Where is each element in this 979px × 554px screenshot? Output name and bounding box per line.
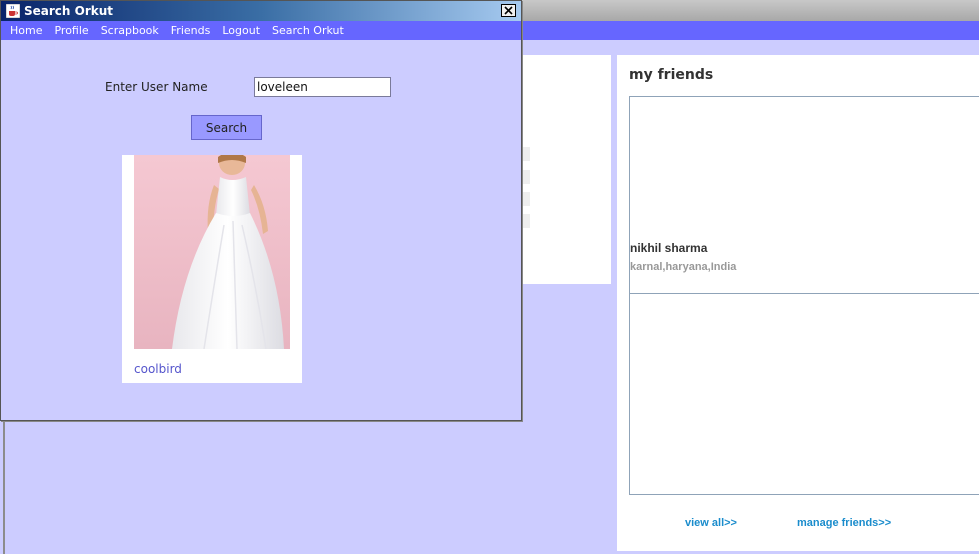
- result-username[interactable]: coolbird: [134, 362, 182, 376]
- menu-friends[interactable]: Friends: [171, 24, 211, 37]
- menu-home[interactable]: Home: [10, 24, 42, 37]
- menu-scrapbook[interactable]: Scrapbook: [101, 24, 159, 37]
- close-icon: [504, 6, 513, 15]
- menu-logout[interactable]: Logout: [222, 24, 260, 37]
- search-result-card[interactable]: coolbird: [122, 155, 302, 383]
- background-content-panel: [520, 55, 611, 284]
- dialog-menubar: Home Profile Scrapbook Friends Logout Se…: [1, 21, 521, 40]
- menu-search-orkut[interactable]: Search Orkut: [272, 24, 344, 37]
- friends-list[interactable]: nikhil sharma karnal,haryana,India: [629, 96, 979, 495]
- friends-title: my friends: [629, 67, 714, 83]
- menu-profile[interactable]: Profile: [54, 24, 88, 37]
- view-all-link[interactable]: view all>>: [685, 517, 737, 529]
- dialog-titlebar[interactable]: Search Orkut: [1, 1, 521, 21]
- user-name-label: Enter User Name: [105, 80, 208, 94]
- profile-photo[interactable]: [134, 155, 290, 349]
- friend-divider: [630, 293, 979, 294]
- my-friends-panel: my friends nikhil sharma karnal,haryana,…: [617, 55, 979, 551]
- search-button[interactable]: Search: [191, 115, 262, 140]
- java-cup-icon: [6, 4, 20, 18]
- manage-friends-link[interactable]: manage friends>>: [797, 517, 891, 529]
- search-orkut-dialog: Search Orkut Home Profile Scrapbook Frie…: [0, 0, 522, 421]
- user-name-input[interactable]: [254, 77, 391, 97]
- dialog-title: Search Orkut: [24, 4, 114, 18]
- friend-location: karnal,haryana,India: [630, 261, 737, 273]
- friend-name[interactable]: nikhil sharma: [630, 241, 707, 255]
- close-button[interactable]: [501, 4, 516, 17]
